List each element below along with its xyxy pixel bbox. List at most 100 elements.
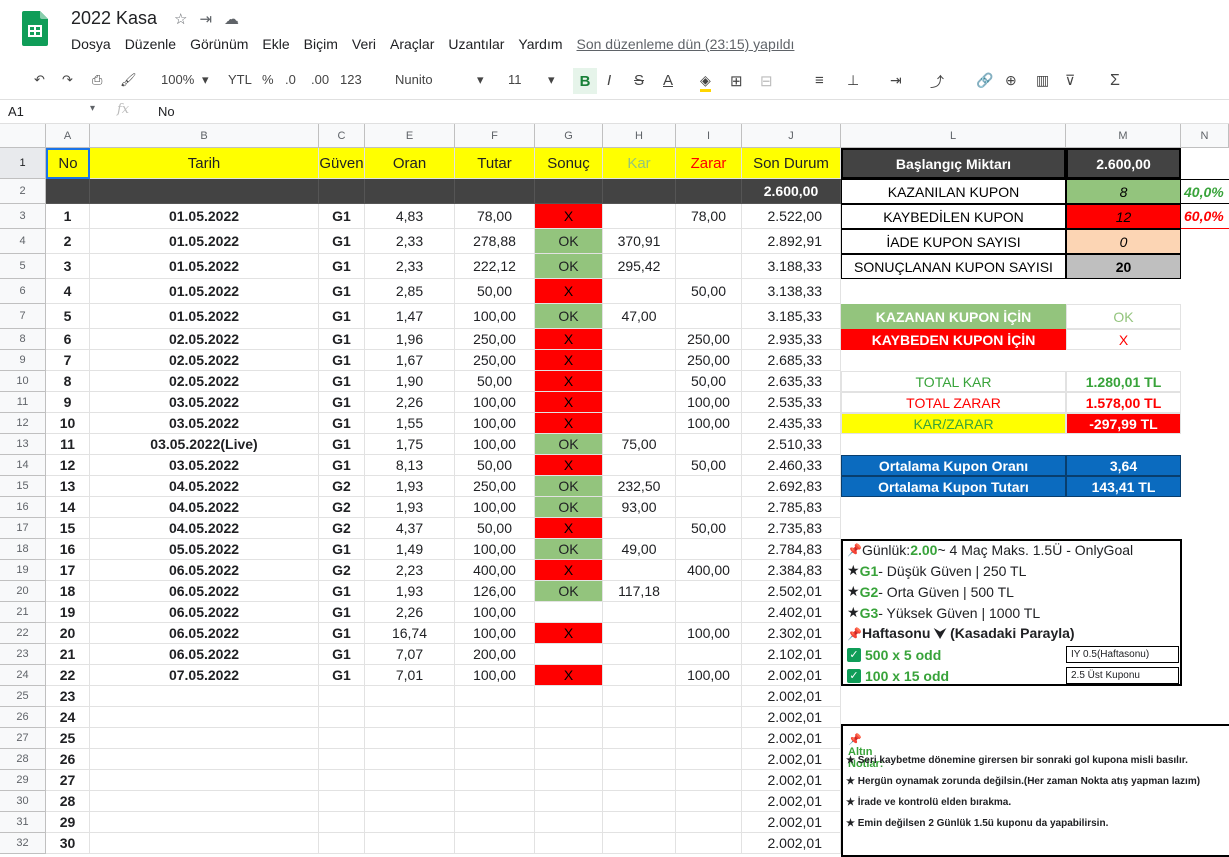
data-cell[interactable]	[90, 770, 319, 791]
data-cell[interactable]: G1	[319, 602, 365, 623]
data-cell[interactable]: 2.892,91	[742, 229, 841, 254]
refund-label[interactable]: İADE KUPON SAYISI	[841, 229, 1066, 254]
filter-icon[interactable]: ⊽	[1065, 72, 1075, 89]
row-header[interactable]: 25	[0, 686, 46, 707]
menu-araclar[interactable]: Araçlar	[390, 36, 434, 52]
merge-icon[interactable]: ⊟	[760, 72, 773, 90]
data-cell[interactable]: 4,83	[365, 204, 455, 229]
lost-value[interactable]: 12	[1066, 204, 1181, 229]
data-cell[interactable]	[676, 497, 742, 518]
data-cell[interactable]: 06.05.2022	[90, 623, 319, 644]
data-cell[interactable]	[603, 728, 676, 749]
data-cell[interactable]	[676, 581, 742, 602]
data-cell[interactable]: G1	[319, 371, 365, 392]
data-cell[interactable]: 49,00	[603, 539, 676, 560]
paint-format-icon[interactable]: 🖌	[120, 72, 137, 88]
row-header[interactable]: 21	[0, 602, 46, 623]
avg-stake-value[interactable]: 143,41 TL	[1066, 476, 1181, 497]
win-key-label[interactable]: KAZANAN KUPON İÇİN	[841, 304, 1066, 329]
font-select[interactable]: Nunito	[395, 72, 433, 87]
data-cell[interactable]: G1	[319, 204, 365, 229]
data-cell[interactable]	[365, 833, 455, 854]
data-cell[interactable]: 2.502,01	[742, 581, 841, 602]
row-header[interactable]: 4	[0, 229, 46, 254]
data-cell[interactable]: 126,00	[455, 581, 535, 602]
data-cell[interactable]: G1	[319, 665, 365, 686]
lost-pct[interactable]: 60,0%	[1181, 204, 1229, 229]
move-icon[interactable]: ⇥	[199, 11, 224, 28]
data-cell[interactable]: 2.002,01	[742, 770, 841, 791]
data-cell[interactable]: 01.05.2022	[90, 254, 319, 279]
data-cell[interactable]	[455, 749, 535, 770]
data-cell[interactable]: 50,00	[676, 455, 742, 476]
data-cell[interactable]: 100,00	[676, 665, 742, 686]
total-zarar-value[interactable]: 1.578,00 TL	[1066, 392, 1181, 413]
cloud-icon[interactable]: ☁	[224, 11, 251, 28]
header-cell[interactable]: Oran	[365, 148, 455, 179]
data-cell[interactable]	[535, 833, 603, 854]
data-cell[interactable]: 2.002,01	[742, 812, 841, 833]
data-cell[interactable]: 2,26	[365, 392, 455, 413]
row-header[interactable]: 15	[0, 476, 46, 497]
data-cell[interactable]: 16,74	[365, 623, 455, 644]
select-all-corner[interactable]	[0, 124, 46, 148]
data-cell[interactable]: 3.185,33	[742, 304, 841, 329]
data-cell[interactable]: 1,96	[365, 329, 455, 350]
data-cell[interactable]: 1,49	[365, 539, 455, 560]
data-cell[interactable]: 75,00	[603, 434, 676, 455]
data-cell[interactable]	[535, 707, 603, 728]
percent-button[interactable]: %	[262, 72, 274, 87]
refund-value[interactable]: 0	[1066, 229, 1181, 254]
menu-veri[interactable]: Veri	[352, 36, 376, 52]
data-cell[interactable]	[455, 707, 535, 728]
settled-value[interactable]: 20	[1066, 254, 1181, 279]
data-cell[interactable]: 9	[46, 392, 90, 413]
data-cell[interactable]: 2.785,83	[742, 497, 841, 518]
data-cell[interactable]: 03.05.2022(Live)	[90, 434, 319, 455]
data-cell[interactable]	[365, 749, 455, 770]
menu-uzantilar[interactable]: Uzantılar	[448, 36, 504, 52]
data-cell[interactable]	[603, 413, 676, 434]
row-header[interactable]: 13	[0, 434, 46, 455]
data-cell[interactable]: 06.05.2022	[90, 560, 319, 581]
data-cell[interactable]	[90, 812, 319, 833]
data-cell[interactable]: 7,01	[365, 665, 455, 686]
data-cell[interactable]: 03.05.2022	[90, 455, 319, 476]
data-cell[interactable]: G1	[319, 254, 365, 279]
header-cell[interactable]: Sonuç	[535, 148, 603, 179]
last-edit-link[interactable]: Son düzenleme dün (23:15) yapıldı	[577, 36, 795, 52]
menu-duzenle[interactable]: Düzenle	[125, 36, 176, 52]
functions-icon[interactable]: Σ	[1110, 72, 1120, 90]
data-cell[interactable]: 22	[46, 665, 90, 686]
data-cell[interactable]: 2.635,33	[742, 371, 841, 392]
start-value[interactable]: 2.600,00	[1066, 148, 1181, 179]
data-cell[interactable]	[603, 204, 676, 229]
data-cell[interactable]: 04.05.2022	[90, 476, 319, 497]
data-cell[interactable]	[90, 686, 319, 707]
data-cell[interactable]: 15	[46, 518, 90, 539]
data-cell[interactable]: 03.05.2022	[90, 392, 319, 413]
data-cell[interactable]: 100,00	[676, 392, 742, 413]
row-header[interactable]: 14	[0, 455, 46, 476]
data-cell[interactable]	[535, 602, 603, 623]
data-cell[interactable]: 1,55	[365, 413, 455, 434]
data-cell[interactable]: 25	[46, 728, 90, 749]
data-cell[interactable]: 3.138,33	[742, 279, 841, 304]
data-cell[interactable]	[319, 791, 365, 812]
menu-yardim[interactable]: Yardım	[518, 36, 562, 52]
data-cell[interactable]: 19	[46, 602, 90, 623]
data-cell[interactable]	[603, 371, 676, 392]
data-cell[interactable]	[535, 686, 603, 707]
data-cell[interactable]: 5	[46, 304, 90, 329]
data-cell[interactable]	[90, 728, 319, 749]
fill-color-icon[interactable]: ◈	[700, 72, 711, 92]
header-cell[interactable]: Kar	[603, 148, 676, 179]
data-cell[interactable]: 02.05.2022	[90, 350, 319, 371]
data-cell[interactable]: 21	[46, 644, 90, 665]
chart-icon[interactable]: ▥	[1036, 72, 1049, 89]
data-cell[interactable]: X	[535, 623, 603, 644]
data-cell[interactable]	[535, 770, 603, 791]
row-header[interactable]: 1	[0, 148, 46, 179]
data-cell[interactable]	[676, 539, 742, 560]
strikethrough-icon[interactable]: S	[634, 72, 644, 89]
